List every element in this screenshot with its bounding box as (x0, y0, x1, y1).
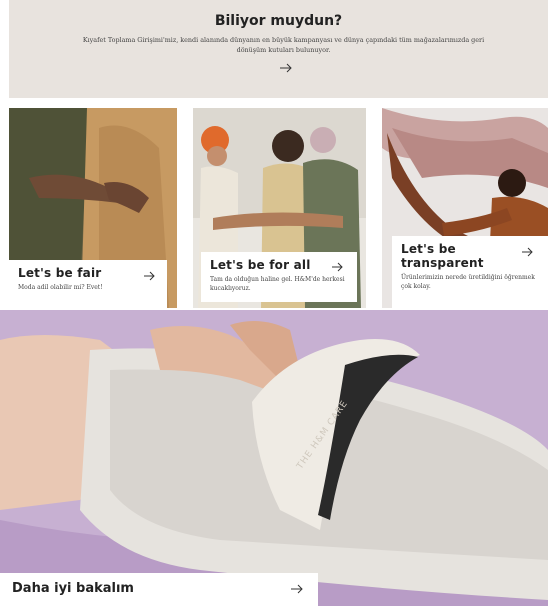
card-description: Moda adil olabilir mi? Evet! (18, 284, 103, 291)
card-description: Ürünlerimizin nerede üretildiğini öğrenm… (401, 274, 535, 290)
card-caption: Let's be for all Tam da olduğun haline g… (201, 252, 357, 302)
arrow-right-icon[interactable] (143, 270, 156, 282)
hero-title: Daha iyi bakalım (12, 581, 134, 596)
hero-image-sweater-care (0, 310, 548, 606)
card-lets-be-for-all[interactable]: Let's be for all Tam da olduğun haline g… (193, 108, 366, 308)
arrow-right-icon[interactable] (521, 246, 534, 258)
card-lets-be-fair[interactable]: Let's be fair Moda adil olabilir mi? Eve… (9, 108, 177, 308)
hero-caption: Daha iyi bakalım (0, 573, 318, 606)
card-title: Let's be transparent (401, 242, 484, 270)
card-title: Let's be fair (18, 266, 102, 280)
arrow-right-icon[interactable] (331, 261, 344, 273)
card-description: Tam da olduğun haline gel. H&M'de herkes… (210, 276, 345, 292)
banner-text: Kıyafet Toplama Girişimi'miz, kendi alan… (82, 36, 485, 54)
card-title: Let's be for all (210, 258, 311, 272)
arrow-right-icon[interactable] (290, 583, 304, 595)
arrow-right-icon[interactable] (279, 61, 293, 75)
card-lets-be-transparent[interactable]: Let's be transparent Ürünlerimizin nered… (382, 108, 548, 308)
hero-care-banner[interactable]: THE H&M CARE Daha iyi bakalım (0, 310, 548, 606)
banner-title: Biliyor muydun? (214, 13, 343, 29)
card-caption: Let's be fair Moda adil olabilir mi? Eve… (9, 260, 167, 308)
info-banner: Biliyor muydun? Kıyafet Toplama Girişimi… (9, 0, 548, 98)
